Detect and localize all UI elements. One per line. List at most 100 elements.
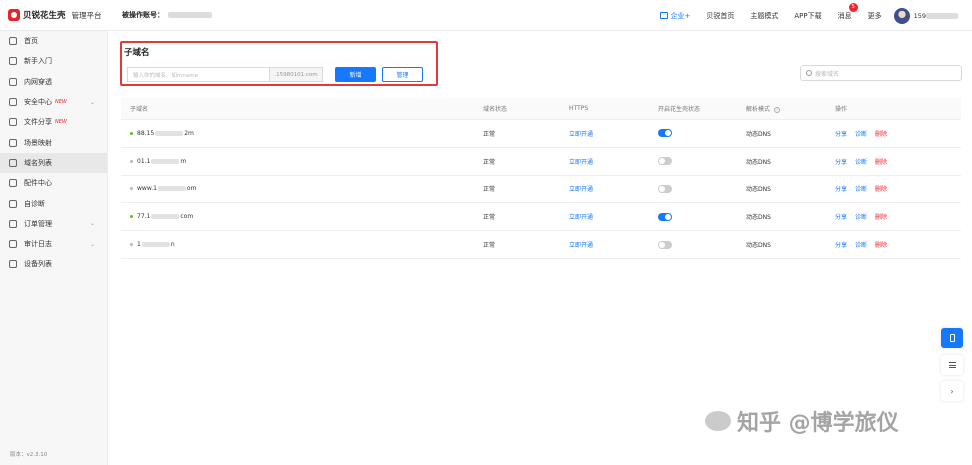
mobile-float-button[interactable] — [941, 328, 963, 348]
sidebar-item-4[interactable]: 文件分享 NEW — [0, 112, 107, 132]
https-enable-link[interactable]: 立即开通 — [569, 129, 593, 138]
row-actions: 分享 诊断 删除 — [835, 157, 961, 166]
https-enable-link[interactable]: 立即开通 — [569, 184, 593, 193]
sidebar-item-label: 自诊断 — [24, 199, 45, 208]
share-link[interactable]: 分享 — [835, 212, 847, 221]
share-link[interactable]: 分享 — [835, 129, 847, 138]
watermark: 知乎 @博学旅仪 — [705, 405, 899, 437]
domain-status: 正常 — [483, 186, 496, 194]
subdomain-cell: 1n — [121, 241, 483, 248]
sidebar-item-2[interactable]: 内网穿透 — [0, 72, 107, 92]
new-badge: NEW — [55, 99, 67, 106]
delete-link[interactable]: 删除 — [875, 129, 887, 138]
grid-icon — [9, 179, 17, 188]
enable-toggle[interactable] — [658, 212, 672, 221]
https-enable-link[interactable]: 立即开通 — [569, 157, 593, 166]
delete-link[interactable]: 删除 — [875, 212, 887, 221]
sidebar-item-5[interactable]: 场景映射 — [0, 132, 107, 152]
sidebar-item-0[interactable]: 首页 — [0, 31, 107, 51]
folder-icon — [9, 118, 17, 127]
cube-icon — [9, 77, 17, 86]
row-actions: 分享 诊断 删除 — [835, 184, 961, 193]
add-subdomain-button[interactable]: 新增 — [335, 67, 376, 82]
username[interactable]: 159 — [914, 12, 958, 20]
sidebar-item-7[interactable]: 配件中心 — [0, 173, 107, 193]
chevron-down-icon: ⌄ — [89, 220, 95, 228]
row-actions: 分享 诊断 删除 — [835, 129, 961, 138]
app-download-link[interactable]: APP下载 — [794, 11, 821, 21]
enterprise-link[interactable]: 企业+ — [660, 11, 690, 21]
share-link[interactable]: 分享 — [835, 157, 847, 166]
subdomain-table: 子域名 域名状态 HTTPS 开启花生壳状态 解析模式 ? 操作 88.15 2m… — [121, 98, 961, 259]
subdomain-cell: 01.1 m — [121, 158, 483, 165]
sidebar-item-3[interactable]: 安全中心 NEW ⌄ — [0, 92, 107, 112]
delete-link[interactable]: 删除 — [875, 157, 887, 166]
enable-toggle[interactable] — [658, 129, 672, 138]
sidebar-item-8[interactable]: 自诊断 — [0, 193, 107, 213]
delete-link[interactable]: 删除 — [875, 240, 887, 249]
home-icon — [9, 37, 17, 46]
diagnose-link[interactable]: 诊断 — [855, 240, 867, 249]
domain-status: 正常 — [483, 214, 496, 222]
subdomain-cell: 77.1 com — [121, 213, 483, 220]
enable-toggle[interactable] — [658, 184, 672, 193]
resolve-mode: 动态DNS — [746, 186, 771, 194]
messages-badge: 5 — [848, 2, 858, 12]
subdomain-input[interactable]: 输入你的域名、如mname — [127, 67, 269, 82]
diagnose-icon — [9, 199, 17, 208]
col-subdomain: 子域名 — [130, 106, 149, 113]
delete-link[interactable]: 删除 — [875, 184, 887, 193]
col-status: 域名状态 — [483, 106, 508, 113]
more-link[interactable]: 更多 — [868, 11, 882, 21]
chevron-right-icon: › — [950, 386, 954, 396]
sidebar-item-label: 新手入门 — [24, 57, 52, 66]
domain-status: 正常 — [483, 130, 496, 138]
sidebar-item-label: 域名列表 — [24, 158, 52, 167]
status-dot — [130, 243, 133, 247]
messages-link[interactable]: 消息 5 — [838, 2, 858, 21]
sidebar-item-10[interactable]: 审计日志 ⌄ — [0, 234, 107, 254]
diagnose-link[interactable]: 诊断 — [855, 157, 867, 166]
table-row: www.1 om 正常 立即开通 动态DNS 分享 诊断 删除 — [121, 176, 961, 204]
col-resolve-mode: 解析模式 ? — [746, 106, 780, 113]
enable-toggle[interactable] — [658, 157, 672, 166]
table-header: 子域名 域名状态 HTTPS 开启花生壳状态 解析模式 ? 操作 — [121, 98, 961, 120]
sidebar-item-6[interactable]: 域名列表 — [0, 152, 107, 174]
sidebar-item-label: 内网穿透 — [24, 77, 52, 86]
order-icon — [9, 219, 17, 228]
search-input[interactable]: 搜索域名 — [800, 65, 962, 81]
table-row: 1 n 正常 立即开通 动态DNS 分享 诊断 删除 — [121, 231, 961, 259]
https-enable-link[interactable]: 立即开通 — [569, 240, 593, 249]
diagnose-link[interactable]: 诊断 — [855, 212, 867, 221]
enable-toggle[interactable] — [658, 240, 672, 249]
table-row: 01.1 m 正常 立即开通 动态DNS 分享 诊断 删除 — [121, 148, 961, 176]
bulb-icon — [9, 57, 17, 66]
share-link[interactable]: 分享 — [835, 240, 847, 249]
row-actions: 分享 诊断 删除 — [835, 212, 961, 221]
share-link[interactable]: 分享 — [835, 184, 847, 193]
row-actions: 分享 诊断 删除 — [835, 240, 961, 249]
help-icon[interactable]: ? — [773, 106, 780, 113]
blurred-text — [151, 214, 180, 220]
section-title: 子域名 — [124, 48, 150, 58]
sidebar-item-9[interactable]: 订单管理 ⌄ — [0, 214, 107, 234]
avatar[interactable] — [893, 7, 910, 24]
device-icon — [9, 260, 17, 269]
sidebar-item-1[interactable]: 新手入门 — [0, 51, 107, 71]
theme-mode-link[interactable]: 主题模式 — [750, 11, 778, 21]
domain-suffix: .15980101.com — [269, 67, 323, 82]
col-actions: 操作 — [835, 106, 848, 113]
diagnose-link[interactable]: 诊断 — [855, 129, 867, 138]
subdomain-cell: www.1 om — [121, 185, 483, 192]
domain-status: 正常 — [483, 158, 496, 166]
sidebar-item-11[interactable]: 设备列表 — [0, 254, 107, 274]
manage-button[interactable]: 管理 — [382, 67, 423, 82]
diagnose-link[interactable]: 诊断 — [855, 184, 867, 193]
https-enable-link[interactable]: 立即开通 — [569, 212, 593, 221]
blurred-text — [155, 130, 184, 136]
status-dot — [130, 187, 133, 191]
home-link[interactable]: 贝锐首页 — [706, 11, 734, 21]
expand-float-button[interactable]: › — [941, 381, 963, 401]
list-float-button[interactable] — [941, 355, 963, 375]
logo[interactable]: 贝锐花生壳 管理平台 — [0, 9, 112, 21]
